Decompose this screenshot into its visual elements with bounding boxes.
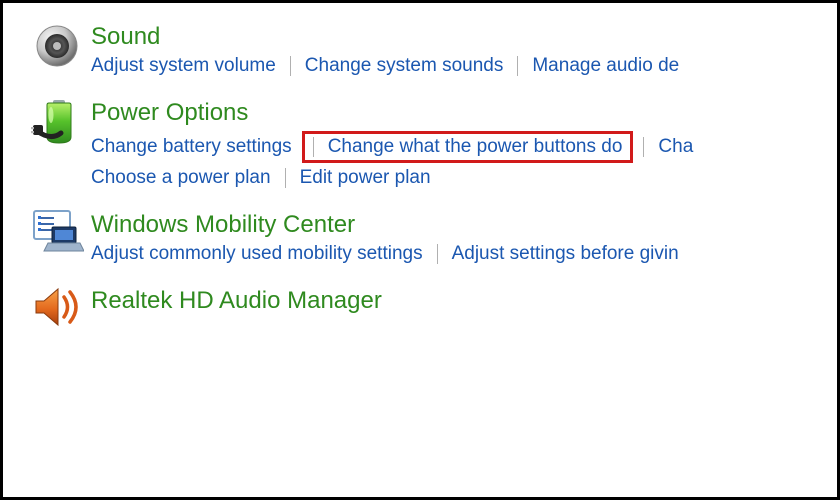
highlight-box: Change what the power buttons do <box>302 131 634 163</box>
category-title-mobility-center[interactable]: Windows Mobility Center <box>91 211 837 239</box>
separator <box>313 137 314 157</box>
section-power-options: Power Options Change battery settings Ch… <box>23 97 837 189</box>
section-realtek-audio: Realtek HD Audio Manager <box>23 285 837 329</box>
link-choose-power-plan[interactable]: Choose a power plan <box>91 167 271 189</box>
links-row: Adjust system volume Change system sound… <box>91 55 837 77</box>
link-change-power-buttons[interactable]: Change what the power buttons do <box>328 136 623 158</box>
links-row: Adjust commonly used mobility settings A… <box>91 243 837 265</box>
link-change-plan-truncated[interactable]: Cha <box>658 136 693 158</box>
battery-plug-icon <box>31 97 83 149</box>
links-row: Choose a power plan Edit power plan <box>91 167 837 189</box>
category-title-sound[interactable]: Sound <box>91 23 837 51</box>
speaker-icon <box>32 21 82 71</box>
link-adjust-before-giving[interactable]: Adjust settings before givin <box>452 243 679 265</box>
link-change-system-sounds[interactable]: Change system sounds <box>305 55 504 77</box>
separator <box>643 137 644 157</box>
separator <box>285 168 286 188</box>
section-sound: Sound Adjust system volume Change system… <box>23 21 837 77</box>
section-mobility-center: Windows Mobility Center Adjust commonly … <box>23 209 837 265</box>
separator <box>437 244 438 264</box>
category-title-realtek[interactable]: Realtek HD Audio Manager <box>91 287 837 315</box>
mobility-center-icon <box>30 209 84 257</box>
link-edit-power-plan[interactable]: Edit power plan <box>300 167 431 189</box>
link-change-battery-settings[interactable]: Change battery settings <box>91 136 292 158</box>
category-title-power-options[interactable]: Power Options <box>91 99 837 127</box>
separator <box>517 56 518 76</box>
link-adjust-system-volume[interactable]: Adjust system volume <box>91 55 276 77</box>
links-row: Change battery settings Change what the … <box>91 131 837 163</box>
link-adjust-mobility-settings[interactable]: Adjust commonly used mobility settings <box>91 243 423 265</box>
realtek-speaker-icon <box>31 285 83 329</box>
link-manage-audio-devices[interactable]: Manage audio de <box>532 55 679 77</box>
separator <box>290 56 291 76</box>
